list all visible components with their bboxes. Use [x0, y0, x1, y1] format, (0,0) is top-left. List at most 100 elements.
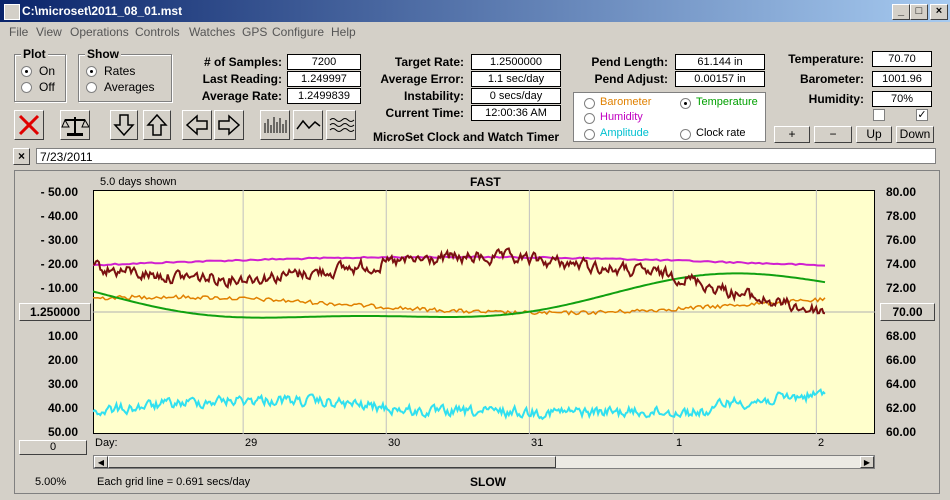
horizontal-scrollbar[interactable]: ◀ ▶	[93, 455, 875, 469]
checkbox-1[interactable]	[873, 109, 885, 121]
temperature-label: Temperature:	[788, 52, 864, 66]
series-selector: Barometer Temperature Humidity Amplitude…	[573, 92, 766, 142]
current-time-value: 12:00:36 AM	[471, 105, 561, 121]
up-arrow-button[interactable]	[143, 110, 171, 140]
minus-button[interactable]: −	[814, 126, 852, 143]
instability-value: 0 secs/day	[471, 88, 561, 104]
menu-gps[interactable]: GPS	[242, 25, 267, 39]
amplitude-radio[interactable]	[584, 129, 595, 140]
temperature-radio[interactable]	[680, 98, 691, 109]
y-tick-right-2: 76.00	[886, 233, 917, 247]
menu-bar: File View Operations Controls Watches GP…	[0, 22, 950, 42]
right-arrow-button[interactable]	[214, 110, 244, 140]
y-tick-right-0: 80.00	[886, 185, 917, 199]
target-rate-value: 1.2500000	[471, 54, 561, 70]
y-tick-left-6: 20.00	[47, 353, 78, 367]
last-reading-value: 1.249997	[287, 71, 361, 87]
menu-watches[interactable]: Watches	[189, 25, 235, 39]
date-clear-button[interactable]: ×	[13, 148, 30, 165]
menu-help[interactable]: Help	[331, 25, 356, 39]
grid-line-note: Each grid line = 0.691 secs/day	[97, 476, 251, 488]
stop-x-icon	[18, 114, 40, 136]
minimize-button[interactable]: _	[892, 4, 910, 20]
show-group: Show Rates Averages	[78, 47, 172, 102]
y-tick-right-8: 62.00	[886, 401, 917, 415]
barometer-radio[interactable]	[584, 98, 595, 109]
slow-label: SLOW	[470, 475, 506, 489]
bars-view-button[interactable]	[260, 110, 290, 140]
down-arrow-button[interactable]	[110, 110, 138, 140]
show-averages-radio[interactable]	[86, 82, 97, 93]
x-tick-31: 31	[531, 437, 544, 449]
barometer-label: Barometer:	[799, 72, 864, 86]
menu-view[interactable]: View	[36, 25, 62, 39]
y-tick-right-5: 68.00	[886, 329, 917, 343]
center-rate-button[interactable]: 1.250000	[19, 303, 91, 321]
arrow-left-icon	[185, 114, 208, 136]
barometer-option: Barometer	[600, 96, 652, 108]
plot-on-label: On	[39, 64, 56, 78]
pend-adjust-value: 0.00157 in	[675, 71, 765, 87]
arrow-up-icon	[146, 113, 168, 136]
y-tick-right-1: 78.00	[886, 209, 917, 223]
plot-on-radio[interactable]	[21, 66, 32, 77]
smooth-view-button[interactable]	[326, 110, 356, 140]
humidity-option: Humidity	[600, 111, 643, 123]
y-tick-left-4: - 10.00	[40, 281, 78, 295]
menu-operations[interactable]: Operations	[70, 25, 129, 39]
stop-button[interactable]	[14, 110, 44, 140]
current-time-label: Current Time:	[385, 106, 464, 120]
show-averages-label: Averages	[104, 80, 155, 94]
x-tick-30: 30	[388, 437, 401, 449]
y-tick-left-9: 50.00	[47, 425, 78, 439]
pend-length-label: Pend Length:	[591, 55, 668, 69]
up-button[interactable]: Up	[856, 126, 892, 143]
right-center-button[interactable]: 70.00	[880, 303, 935, 321]
pend-length-value: 61.144 in	[675, 54, 765, 70]
scroll-right-button[interactable]: ▶	[860, 456, 874, 468]
plot-off-label: Off	[39, 80, 55, 94]
plus-button[interactable]: +	[774, 126, 810, 143]
checkbox-2[interactable]: ✓	[916, 109, 928, 121]
percent-label: 5.00%	[35, 476, 67, 488]
plot-area	[93, 190, 875, 434]
left-arrow-button[interactable]	[182, 110, 212, 140]
scale-icon	[61, 117, 90, 136]
scroll-thumb[interactable]	[108, 456, 556, 468]
date-field[interactable]: 7/23/2011	[36, 148, 936, 164]
x-tick-29: 29	[245, 437, 258, 449]
fast-label: FAST	[470, 175, 501, 189]
y-tick-right-7: 64.00	[886, 377, 917, 391]
balance-button[interactable]	[60, 110, 90, 140]
x-tick-day: Day:	[95, 437, 118, 449]
y-tick-right-9: 60.00	[886, 425, 917, 439]
show-rates-label: Rates	[104, 64, 136, 78]
y-tick-right-4: 72.00	[886, 281, 917, 295]
instability-label: Instability:	[403, 89, 464, 103]
y-tick-left-3: - 20.00	[40, 257, 78, 271]
app-name: MicroSet Clock and Watch Timer	[373, 130, 560, 144]
target-rate-label: Target Rate:	[394, 55, 464, 69]
show-rates-radio[interactable]	[86, 66, 97, 77]
close-window-button[interactable]: ×	[930, 4, 948, 20]
line-view-button[interactable]	[293, 110, 323, 140]
zero-button[interactable]: 0	[19, 440, 87, 455]
menu-configure[interactable]: Configure	[272, 25, 324, 39]
humidity-radio[interactable]	[584, 113, 595, 124]
menu-controls[interactable]: Controls	[135, 25, 180, 39]
app-icon	[4, 4, 20, 20]
temperature-value: 70.70	[872, 51, 932, 67]
x-tick-1: 1	[676, 437, 683, 449]
menu-file[interactable]: File	[9, 25, 28, 39]
down-button[interactable]: Down	[896, 126, 934, 143]
plot-off-radio[interactable]	[21, 82, 32, 93]
title-bar: C:\microset\2011_08_01.mst _ □ ×	[0, 0, 950, 22]
plot-group: Plot On Off	[14, 47, 66, 102]
clock-rate-radio[interactable]	[680, 129, 691, 140]
y-tick-left-7: 30.00	[47, 377, 78, 391]
wave-icon	[296, 119, 321, 130]
scroll-left-button[interactable]: ◀	[94, 456, 108, 468]
y-tick-left-0: - 50.00	[40, 185, 78, 199]
maximize-button[interactable]: □	[910, 4, 928, 20]
average-rate-label: Average Rate:	[201, 89, 282, 103]
